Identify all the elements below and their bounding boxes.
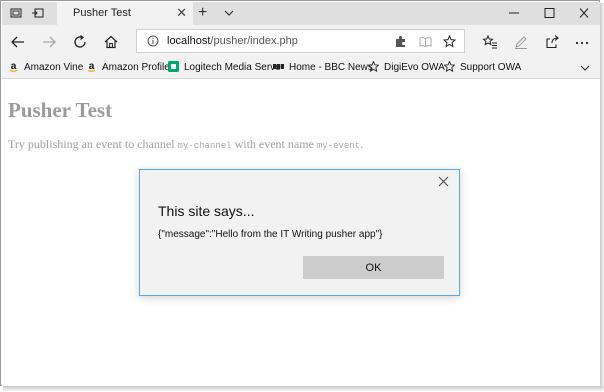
more-options-icon[interactable] xyxy=(574,34,590,50)
chevron-down-icon[interactable] xyxy=(579,62,591,74)
channel-name: my-channel xyxy=(177,141,232,151)
favorite-bbc-news[interactable]: Home - BBC News xyxy=(273,61,373,75)
url-host: localhost xyxy=(167,35,211,47)
ok-button[interactable]: OK xyxy=(303,256,444,279)
minimize-icon[interactable] xyxy=(504,5,524,21)
bbc-icon xyxy=(273,64,284,69)
favorite-label: Amazon Profile xyxy=(102,62,170,73)
window-shadow xyxy=(600,3,604,389)
favorite-amazon-profile[interactable]: a Amazon Profile xyxy=(86,61,170,75)
tab-title: Pusher Test xyxy=(73,7,131,19)
page-intro: Try publishing an event to channel my-ch… xyxy=(8,137,363,152)
new-tab-icon[interactable]: + xyxy=(198,4,207,22)
svg-text:a: a xyxy=(11,61,17,72)
info-icon[interactable] xyxy=(147,35,159,47)
intro-text: with event name xyxy=(231,137,317,151)
close-tab-icon[interactable]: ✕ xyxy=(176,5,187,21)
favorite-digievo-owa[interactable]: DigiEvo OWA xyxy=(368,61,445,75)
back-icon[interactable] xyxy=(10,34,26,50)
url-path: /pusher/index.php xyxy=(210,35,298,47)
pen-icon[interactable] xyxy=(513,34,529,50)
refresh-icon[interactable] xyxy=(72,34,88,50)
favorites-hub-icon[interactable] xyxy=(482,34,498,50)
amazon-icon: a xyxy=(87,61,96,72)
browser-window: Pusher Test ✕ + localhost/pusher/index.p… xyxy=(0,0,600,386)
reading-view-icon[interactable] xyxy=(419,35,432,48)
favorite-amazon-vine[interactable]: a Amazon Vine xyxy=(8,61,83,75)
home-icon[interactable] xyxy=(103,34,119,50)
url-text[interactable]: localhost/pusher/index.php xyxy=(167,35,298,47)
amazon-icon: a xyxy=(9,61,18,72)
forward-icon[interactable] xyxy=(41,34,57,50)
nav-bar: localhost/pusher/index.php xyxy=(2,25,600,57)
favorites-bar: a Amazon Vine a Amazon Profile Logitech Me… xyxy=(2,57,600,79)
dialog-title: This site says... xyxy=(158,203,255,219)
dialog-message: {"message":"Hello from the IT Writing pu… xyxy=(158,229,383,240)
tab-preview-icon[interactable] xyxy=(9,6,23,20)
tabs-aside-icon[interactable] xyxy=(31,6,45,20)
address-bar[interactable]: localhost/pusher/index.php xyxy=(136,29,465,53)
favorite-label: Support OWA xyxy=(460,62,522,73)
svg-text:a: a xyxy=(89,61,95,72)
star-icon xyxy=(368,61,379,72)
logitech-icon xyxy=(168,61,179,72)
maximize-icon[interactable] xyxy=(539,5,559,21)
chevron-down-icon[interactable] xyxy=(222,6,236,20)
close-window-icon[interactable] xyxy=(574,5,594,21)
alert-dialog: This site says... {"message":"Hello from… xyxy=(139,169,460,296)
favorite-label: DigiEvo OWA xyxy=(384,62,445,73)
favorite-label: Amazon Vine xyxy=(24,62,84,73)
share-icon[interactable] xyxy=(544,34,560,50)
star-icon xyxy=(444,61,455,72)
page-heading: Pusher Test xyxy=(8,98,113,122)
close-icon[interactable] xyxy=(438,176,449,187)
favorite-label: Logitech Media Serve xyxy=(184,62,281,73)
favorite-label: Home - BBC News xyxy=(289,62,373,73)
favorite-star-icon[interactable] xyxy=(443,35,456,48)
favorite-support-owa[interactable]: Support OWA xyxy=(444,61,521,75)
extension-puzzle-icon[interactable] xyxy=(395,35,408,48)
tab-strip: Pusher Test ✕ + xyxy=(2,2,600,25)
intro-text: . xyxy=(360,137,364,151)
favorite-logitech-media-server[interactable]: Logitech Media Serve xyxy=(168,61,281,75)
tab-active[interactable]: Pusher Test ✕ xyxy=(57,2,193,25)
intro-text: Try publishing an event to channel xyxy=(8,137,178,151)
event-name: my-event xyxy=(316,141,361,151)
window-shadow xyxy=(3,386,603,391)
